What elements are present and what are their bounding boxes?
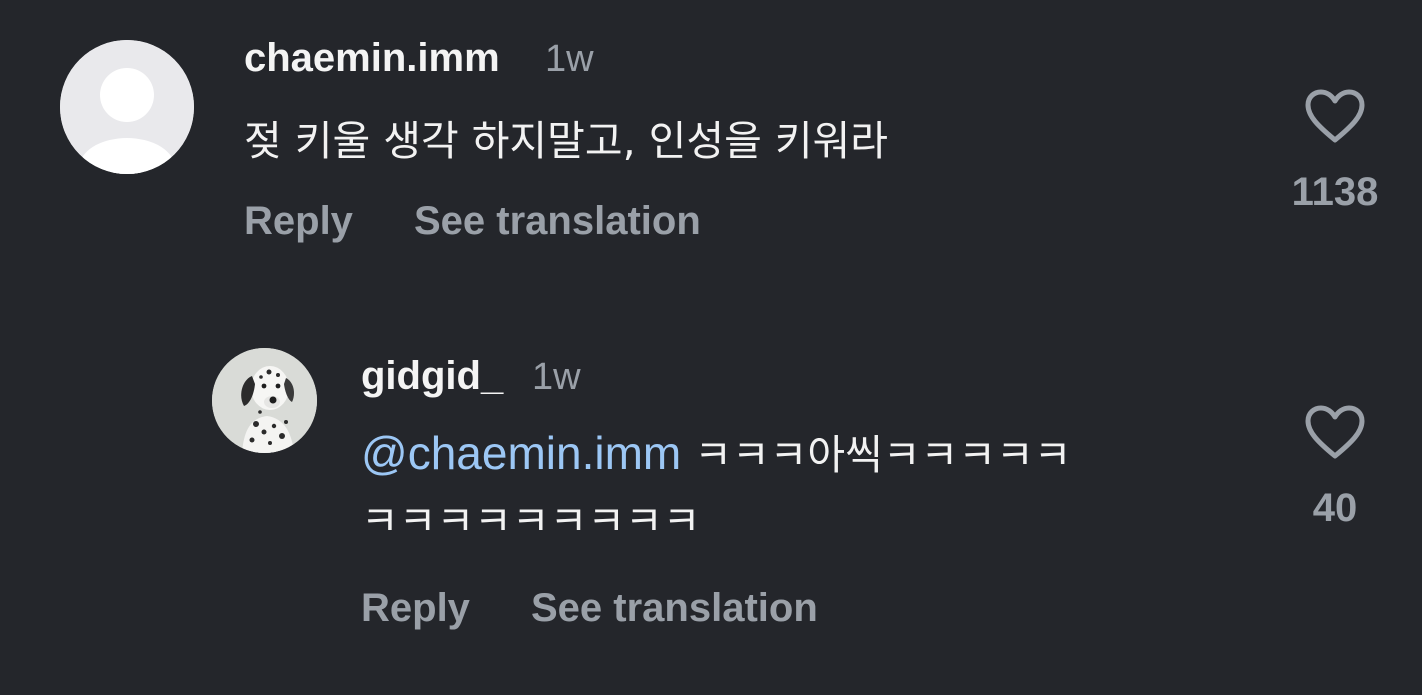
avatar[interactable] (212, 348, 317, 453)
comment-username[interactable]: gidgid_ (361, 354, 503, 399)
comment-item: chaemin.imm 1w 젖 키울 생각 하지말고, 인성을 키워라 Rep… (0, 0, 1422, 280)
reply-comment-item: gidgid_ 1w @chaemin.imm ㅋㅋㅋ아씩ㅋㅋㅋㅋㅋ ㅋㅋㅋㅋㅋ… (0, 280, 1422, 680)
avatar[interactable] (60, 40, 194, 174)
like-count: 40 (1312, 486, 1358, 530)
comment-text-part: ㅋㅋㅋ아씩ㅋㅋㅋㅋㅋ (681, 431, 1072, 479)
default-avatar-icon (60, 40, 194, 174)
comment-timestamp: 1w (545, 38, 594, 80)
heart-icon[interactable] (1304, 88, 1366, 144)
comment-text: @chaemin.imm ㅋㅋㅋ아씩ㅋㅋㅋㅋㅋ ㅋㅋㅋㅋㅋㅋㅋㅋㅋ (361, 420, 1261, 554)
see-translation-button[interactable]: See translation (531, 586, 818, 631)
comment-text-line: @chaemin.imm ㅋㅋㅋ아씩ㅋㅋㅋㅋㅋ (361, 420, 1261, 488)
comment-timestamp: 1w (532, 356, 581, 398)
like-count: 1138 (1291, 170, 1379, 214)
comment-text: 젖 키울 생각 하지말고, 인성을 키워라 (244, 117, 888, 165)
reply-button[interactable]: Reply (361, 586, 470, 631)
reply-button[interactable]: Reply (244, 199, 353, 244)
comment-username[interactable]: chaemin.imm (244, 36, 500, 81)
dalmatian-avatar-icon (212, 348, 317, 453)
heart-icon[interactable] (1304, 404, 1366, 460)
comment-text-line: ㅋㅋㅋㅋㅋㅋㅋㅋㅋ (361, 497, 701, 545)
see-translation-button[interactable]: See translation (414, 199, 701, 244)
mention-link[interactable]: @chaemin.imm (361, 427, 681, 479)
